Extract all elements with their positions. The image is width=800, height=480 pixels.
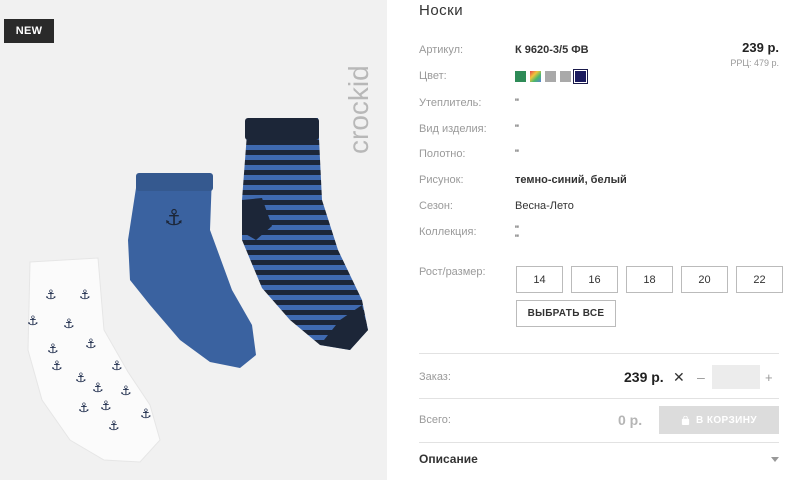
divider [419,442,779,443]
attr-label: Утеплитель: [419,97,482,109]
svg-text:⚓: ⚓ [45,288,57,303]
total-row: Всего: 0 р. В КОРЗИНУ [419,406,779,434]
color-swatches [515,68,588,84]
color-swatch-green[interactable] [515,70,526,82]
attr-color: Цвет: [419,68,588,84]
decrement-button[interactable]: – [697,369,705,385]
svg-text:⚓: ⚓ [111,359,123,374]
svg-text:⚓: ⚓ [100,399,112,414]
svg-text:⚓: ⚓ [51,359,63,374]
attr-article: Артикул: К 9620-3/5 ФВ [419,44,589,56]
svg-text:⚓: ⚓ [78,401,90,416]
svg-text:⚓: ⚓ [75,371,87,386]
attr-label: Рисунок: [419,174,464,186]
remove-icon[interactable]: ✕ [673,369,685,386]
svg-text:⚓: ⚓ [140,407,152,422]
size-option-14[interactable]: 14 [516,266,563,293]
add-to-cart-button[interactable]: В КОРЗИНУ [659,406,779,434]
attr-value: " [515,148,519,160]
attr-label: Цвет: [419,70,447,82]
svg-text:⚓: ⚓ [79,288,91,303]
description-title: Описание [419,452,478,466]
attr-label: Коллекция: [419,226,477,238]
order-label: Заказ: [419,371,451,383]
order-row: Заказ: 239 р. ✕ – + [419,365,779,389]
attr-fabric: Полотно: " [419,148,519,160]
svg-text:⚓: ⚓ [27,314,39,329]
attr-value: К 9620-3/5 ФВ [515,44,589,56]
svg-text:⚓: ⚓ [63,317,75,332]
svg-text:⚓: ⚓ [85,337,97,352]
svg-text:⚓: ⚓ [92,381,104,396]
product-panel: Носки 239 р. РРЦ: 479 р. Артикул: К 9620… [387,0,800,480]
attr-season: Сезон: Весна-Лето [419,200,574,212]
total-value: 0 р. [618,412,643,428]
attr-insulation: Утеплитель: " [419,97,519,109]
brand-logo: crockid [343,65,374,154]
rrp-price: РРЦ: 479 р. [730,58,779,68]
attr-value: " [515,97,519,109]
increment-button[interactable]: + [765,370,773,385]
svg-text:⚓: ⚓ [164,206,184,231]
size-option-16[interactable]: 16 [571,266,618,293]
size-option-22[interactable]: 22 [736,266,783,293]
divider [419,398,779,399]
attr-label: Артикул: [419,44,464,56]
product-title: Носки [419,2,464,19]
svg-text:crockid: crockid [343,65,374,154]
size-label: Рост/размер: [419,266,486,278]
add-to-cart-label: В КОРЗИНУ [696,414,757,426]
attr-label: Сезон: [419,200,453,212]
size-options: 14 16 18 20 22 [516,266,783,293]
order-price: 239 р. [624,369,664,385]
attr-value: " [515,123,519,135]
attr-value: " " [515,224,519,245]
new-badge: NEW [4,19,54,43]
svg-text:⚓: ⚓ [108,419,120,434]
size-option-18[interactable]: 18 [626,266,673,293]
svg-text:⚓: ⚓ [47,342,59,357]
chevron-down-icon [771,456,779,462]
size-option-20[interactable]: 20 [681,266,728,293]
total-label: Всего: [419,414,451,426]
svg-text:⚓: ⚓ [120,384,132,399]
divider [419,353,779,354]
bag-icon [681,415,690,425]
size-row: Рост/размер: [419,266,515,278]
attr-value: Весна-Лето [515,200,574,212]
attr-type: Вид изделия: " [419,123,519,135]
socks-image: ⚓ ⚓ ⚓ ⚓ ⚓ ⚓ ⚓ ⚓⚓ ⚓⚓ ⚓ ⚓ ⚓⚓ ⚓ [27,118,368,463]
attr-collection: Коллекция: " " [419,224,519,245]
color-swatch-gray[interactable] [545,70,556,82]
attr-value: темно-синий, белый [515,174,627,186]
product-photo[interactable]: ⚓ ⚓ ⚓ ⚓ ⚓ ⚓ ⚓ ⚓ ⚓ ⚓ ⚓ ⚓ ⚓ ⚓ ⚓ ⚓ NEW crockid [0,0,387,480]
attr-pattern: Рисунок: темно-синий, белый [419,174,627,186]
color-swatch-multicolor[interactable] [530,70,541,82]
quantity-input[interactable] [712,365,760,389]
color-swatch-gray[interactable] [560,70,571,82]
description-toggle[interactable]: Описание [419,452,779,466]
attr-label: Полотно: [419,148,466,160]
color-swatch-navy[interactable] [573,68,588,84]
product-price: 239 р. [742,40,779,55]
select-all-button[interactable]: ВЫБРАТЬ ВСЕ [516,300,616,327]
attr-label: Вид изделия: [419,123,487,135]
